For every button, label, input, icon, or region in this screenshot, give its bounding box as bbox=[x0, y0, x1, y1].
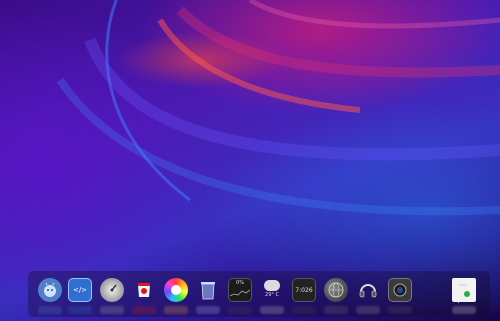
dock-reflection bbox=[196, 306, 220, 314]
dock-item-android[interactable] bbox=[38, 278, 62, 302]
dock-item-weather[interactable]: 29° C bbox=[260, 278, 284, 302]
network-globe-icon bbox=[328, 282, 344, 298]
dock-item-scarlett[interactable] bbox=[132, 278, 156, 302]
dock: </> 0% 29° C 7:026 bbox=[28, 271, 490, 317]
dock-reflection bbox=[260, 306, 284, 314]
gauge-icon bbox=[110, 284, 117, 292]
dock-reflection bbox=[388, 306, 412, 314]
dock-item-code-editor[interactable]: </> bbox=[68, 278, 92, 302]
trash-icon bbox=[201, 282, 215, 300]
dock-item-headset[interactable] bbox=[356, 278, 380, 302]
dock-reflection bbox=[164, 306, 188, 314]
dock-item-system-monitor[interactable]: 0% bbox=[228, 278, 252, 302]
camera-icon bbox=[393, 283, 407, 297]
notes-icon bbox=[459, 284, 470, 297]
headset-icon bbox=[359, 284, 377, 298]
dock-reflection bbox=[228, 306, 252, 314]
dock-reflection bbox=[292, 306, 316, 314]
dock-reflection bbox=[132, 306, 156, 314]
dock-item-clock[interactable]: 7:026 bbox=[292, 278, 316, 302]
dock-item-camera[interactable] bbox=[388, 278, 412, 302]
android-robot-icon bbox=[44, 282, 56, 297]
dock-item-notes[interactable] bbox=[452, 278, 476, 302]
dock-item-network[interactable] bbox=[324, 278, 348, 302]
dock-item-gauge[interactable] bbox=[100, 278, 124, 302]
code-editor-icon: </> bbox=[72, 285, 88, 294]
dock-reflection bbox=[100, 306, 124, 314]
weather-icon bbox=[264, 280, 280, 291]
dock-reflection bbox=[452, 306, 476, 314]
weather-temperature: 29° C bbox=[265, 292, 279, 298]
color-wheel-icon bbox=[171, 285, 181, 295]
dock-reflection bbox=[356, 306, 380, 314]
dock-reflection bbox=[324, 306, 348, 314]
dock-item-trash[interactable] bbox=[196, 278, 220, 302]
dock-item-color-wheel[interactable] bbox=[164, 278, 188, 302]
cpu-graph-icon bbox=[230, 289, 250, 297]
scarlett-cup-icon bbox=[138, 283, 150, 297]
clock-widget-icon: 7:026 bbox=[295, 286, 313, 294]
dock-reflection bbox=[68, 306, 92, 314]
dock-reflection bbox=[38, 306, 62, 314]
